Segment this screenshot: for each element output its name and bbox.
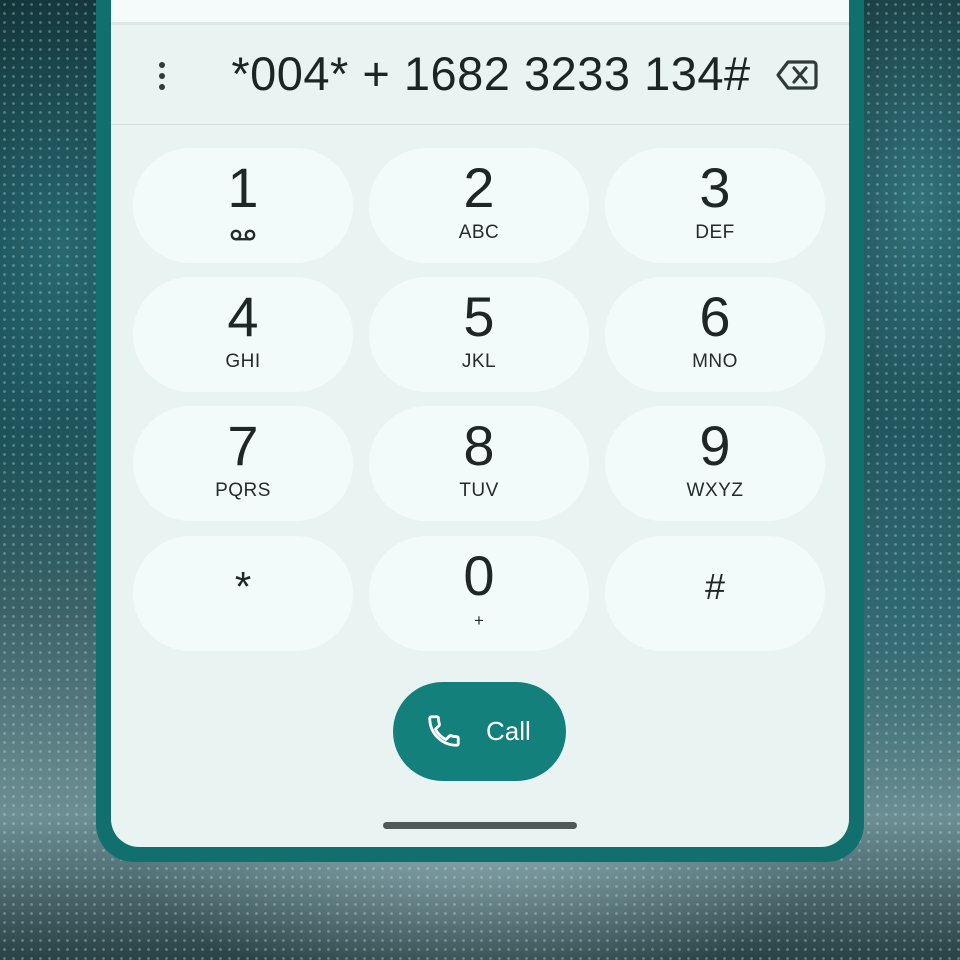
key-letters: JKL bbox=[461, 351, 497, 372]
key-digit: 8 bbox=[463, 414, 495, 477]
key-digit: 3 bbox=[699, 156, 731, 219]
key-digit: 7 bbox=[227, 414, 259, 477]
key-digit: 1 bbox=[227, 156, 259, 219]
key-4[interactable]: 4 GHI bbox=[133, 277, 353, 392]
call-label: Call bbox=[486, 716, 531, 746]
voicemail-icon bbox=[230, 228, 256, 242]
key-8[interactable]: 8 TUV bbox=[369, 406, 589, 521]
key-letters: WXYZ bbox=[686, 480, 744, 501]
key-digit: 4 bbox=[227, 285, 259, 348]
key-0[interactable]: 0 + bbox=[369, 536, 589, 651]
key-digit: 0 bbox=[463, 544, 495, 607]
key-3[interactable]: 3 DEF bbox=[605, 148, 825, 263]
key-digit: 9 bbox=[699, 414, 731, 477]
key-digit: 6 bbox=[699, 285, 731, 348]
key-symbol: * bbox=[234, 563, 252, 610]
phone-icon bbox=[425, 712, 463, 750]
key-letters: GHI bbox=[225, 351, 261, 372]
call-button[interactable]: Call bbox=[393, 682, 566, 781]
key-symbol: # bbox=[704, 566, 726, 607]
dialer-screen: *004* + 1682 3233 134# 1 2 ABC 3 DEF 4 G… bbox=[111, 0, 849, 847]
key-digit: 2 bbox=[463, 156, 495, 219]
key-letters: TUV bbox=[459, 480, 499, 501]
key-5[interactable]: 5 JKL bbox=[369, 277, 589, 392]
key-letters: DEF bbox=[695, 222, 735, 243]
key-letters: + bbox=[474, 611, 484, 630]
key-2[interactable]: 2 ABC bbox=[369, 148, 589, 263]
key-6[interactable]: 6 MNO bbox=[605, 277, 825, 392]
home-indicator[interactable] bbox=[383, 822, 577, 829]
phone-frame: *004* + 1682 3233 134# 1 2 ABC 3 DEF 4 G… bbox=[96, 0, 864, 862]
key-letters: PQRS bbox=[215, 480, 271, 501]
key-letters: MNO bbox=[692, 351, 738, 372]
key-1[interactable]: 1 bbox=[133, 148, 353, 263]
key-7[interactable]: 7 PQRS bbox=[133, 406, 353, 521]
key-hash[interactable]: # bbox=[605, 536, 825, 651]
key-9[interactable]: 9 WXYZ bbox=[605, 406, 825, 521]
key-star[interactable]: * bbox=[133, 536, 353, 651]
key-letters: ABC bbox=[458, 222, 500, 243]
key-digit: 5 bbox=[463, 285, 495, 348]
